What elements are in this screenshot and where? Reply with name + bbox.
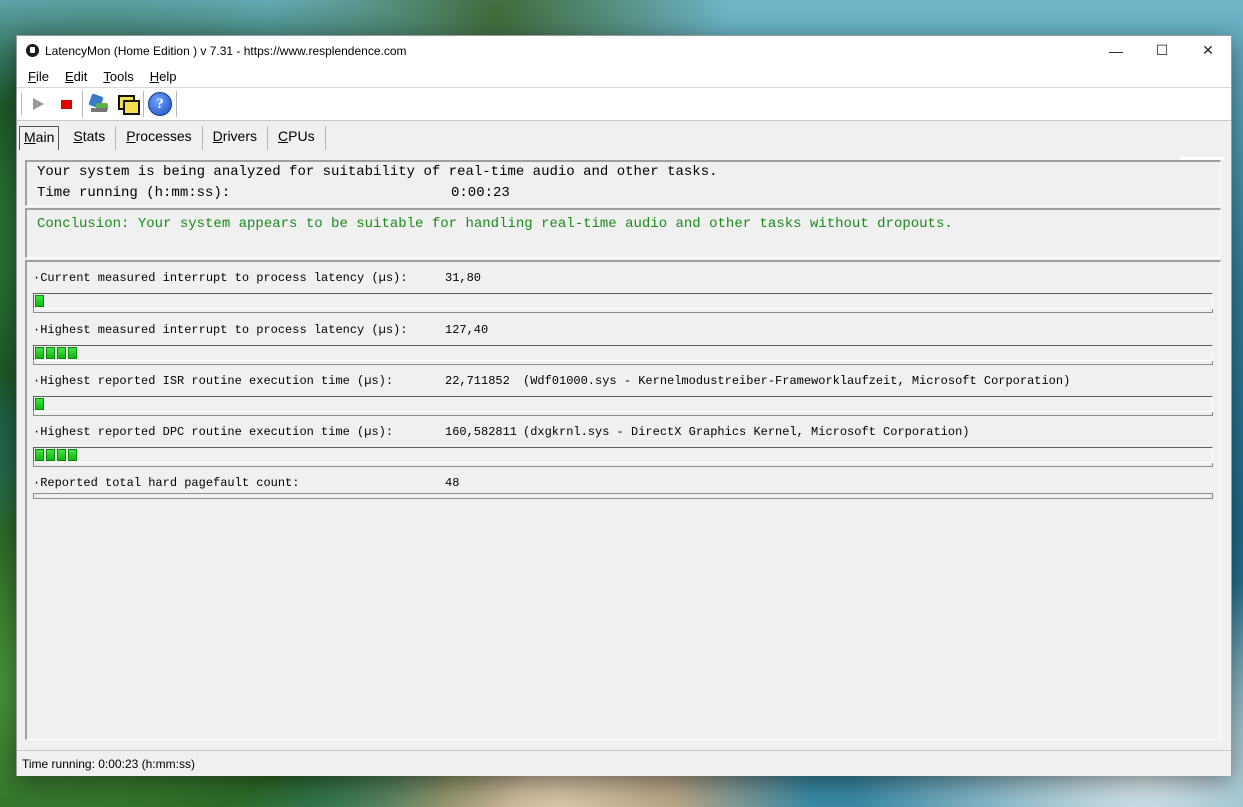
bar-segment — [46, 449, 55, 461]
time-running-label: Time running (h:mm:ss): — [37, 185, 231, 201]
bar-divider — [33, 493, 1213, 499]
tab-processes[interactable]: Processes — [116, 126, 203, 150]
metric-label: ·Reported total hard pagefault count: — [33, 476, 300, 490]
menu-file[interactable]: File — [24, 69, 53, 84]
stop-button[interactable] — [52, 90, 80, 118]
bar-divider — [33, 463, 1213, 467]
minimize-button[interactable]: — — [1093, 36, 1139, 65]
latency-bar — [33, 293, 1213, 309]
bar-fill — [34, 448, 78, 462]
menu-tools[interactable]: Tools — [99, 69, 137, 84]
window-title: LatencyMon (Home Edition ) v 7.31 - http… — [45, 43, 407, 58]
toolbar-separator — [82, 91, 83, 117]
analysis-message: Your system is being analyzed for suitab… — [37, 164, 718, 180]
bar-fill — [34, 397, 45, 411]
bar-segment — [35, 449, 44, 461]
metric-value: 160,582811 — [445, 425, 518, 439]
app-window: LatencyMon (Home Edition ) v 7.31 - http… — [16, 35, 1232, 776]
bar-segment — [68, 347, 77, 359]
status-bar-text: Time running: 0:00:23 (h:mm:ss) — [22, 756, 195, 771]
bar-segment — [46, 347, 55, 359]
latencymon-app-icon — [26, 44, 39, 57]
latency-bar — [33, 345, 1213, 361]
metrics-panel: ·Current measured interrupt to process l… — [25, 260, 1221, 740]
latency-bar — [33, 447, 1213, 463]
stop-icon — [60, 99, 72, 109]
play-icon — [32, 98, 44, 110]
bar-segment — [57, 449, 66, 461]
bar-segment — [35, 347, 44, 359]
bar-segment — [35, 398, 44, 410]
metric-value: 22,711852 — [445, 374, 510, 388]
help-icon: ? — [148, 92, 172, 116]
menu-help[interactable]: Help — [146, 69, 181, 84]
metric-label: ·Highest measured interrupt to process l… — [33, 323, 408, 337]
help-button[interactable]: ? — [146, 90, 174, 118]
metric-driver-info: (Wdf01000.sys - Kernelmodustreiber-Frame… — [523, 374, 1071, 388]
metric-label: ·Highest reported ISR routine execution … — [33, 374, 394, 388]
title-bar[interactable]: LatencyMon (Home Edition ) v 7.31 - http… — [17, 36, 1231, 65]
bar-fill — [34, 294, 45, 308]
time-running-value: 0:00:23 — [451, 185, 510, 201]
window-controls: — ☐ ✕ — [1093, 36, 1231, 65]
start-button[interactable] — [24, 90, 52, 118]
menu-bar: File Edit Tools Help — [17, 65, 1231, 88]
metric-value: 127,40 — [445, 323, 489, 337]
windows-icon — [116, 93, 140, 115]
status-bar: Time running: 0:00:23 (h:mm:ss) — [17, 750, 1231, 776]
metric-label: ·Highest reported DPC routine execution … — [33, 425, 394, 439]
bar-segment — [68, 449, 77, 461]
tab-cpus[interactable]: CPUs — [268, 126, 326, 150]
toolbar-separator — [176, 91, 177, 117]
tools-button[interactable] — [85, 90, 113, 118]
maximize-button[interactable]: ☐ — [1139, 36, 1185, 65]
minimize-icon: — — [1109, 42, 1123, 59]
bar-divider — [33, 309, 1213, 313]
metric-value: 48 — [445, 476, 460, 490]
bar-segment — [35, 295, 44, 307]
conclusion-text: Conclusion: Your system appears to be su… — [37, 216, 953, 232]
bar-fill — [34, 346, 78, 360]
close-button[interactable]: ✕ — [1185, 36, 1231, 65]
toolbar: ? — [17, 88, 1231, 121]
windows-button[interactable] — [113, 90, 141, 118]
conclusion-panel: Conclusion: Your system appears to be su… — [25, 208, 1221, 258]
latency-bar — [33, 396, 1213, 412]
bar-divider — [33, 412, 1213, 416]
metric-driver-info: (dxgkrnl.sys - DirectX Graphics Kernel, … — [523, 425, 970, 439]
tab-main[interactable]: Main — [19, 126, 60, 150]
close-icon: ✕ — [1202, 42, 1214, 58]
tools-icon — [88, 93, 110, 115]
tab-strip: Main Stats Processes Drivers CPUs — [19, 124, 326, 150]
bar-segment — [57, 347, 66, 359]
metric-value: 31,80 — [445, 271, 482, 285]
toolbar-separator — [143, 91, 144, 117]
metric-label: ·Current measured interrupt to process l… — [33, 271, 408, 285]
tab-drivers[interactable]: Drivers — [203, 126, 269, 150]
menu-edit[interactable]: Edit — [61, 69, 91, 84]
tab-stats[interactable]: Stats — [63, 126, 117, 150]
bar-divider — [33, 361, 1213, 365]
analysis-status-panel: Your system is being analyzed for suitab… — [25, 160, 1221, 206]
maximize-icon: ☐ — [1155, 42, 1169, 58]
